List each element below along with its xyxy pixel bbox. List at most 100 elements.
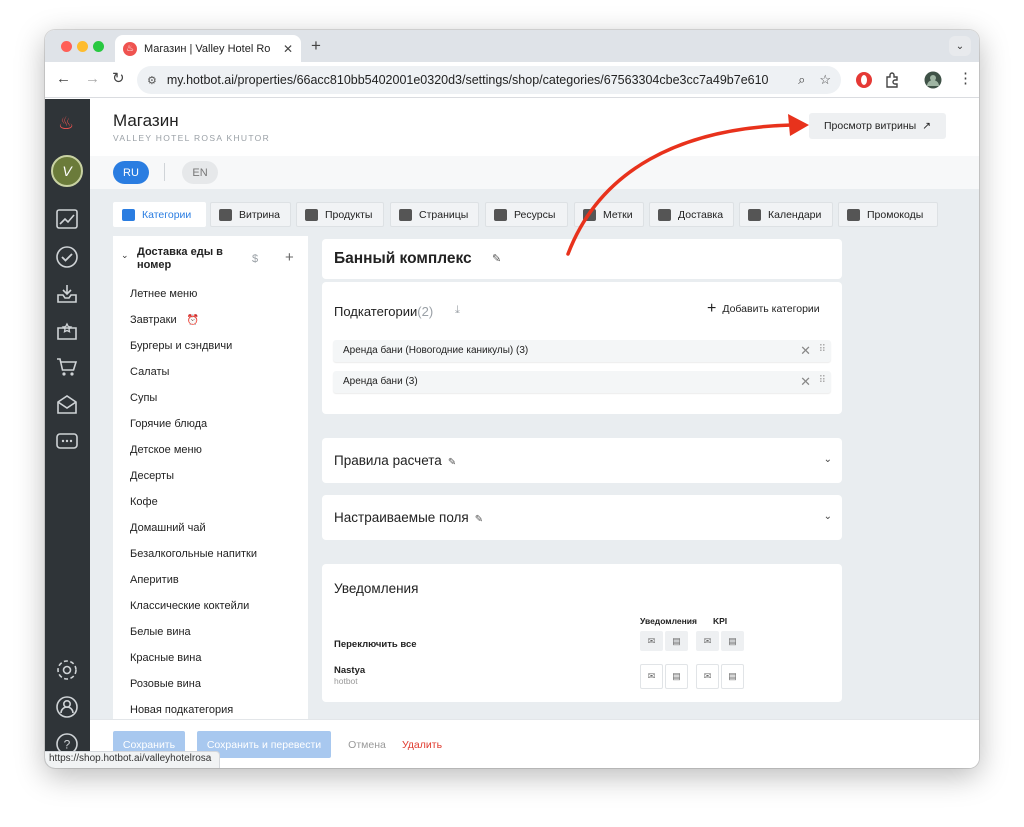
chevron-down-icon[interactable]: ⌄ bbox=[824, 454, 832, 465]
chevron-down-icon[interactable]: ⌄ bbox=[121, 250, 129, 261]
user-kpi-message-toggle-icon[interactable]: ▤ bbox=[721, 664, 744, 689]
browser-tab[interactable]: ♨ Магазин | Valley Hotel Rosa Khutor ✕ bbox=[115, 35, 301, 62]
drag-handle-icon[interactable]: ⠿ bbox=[819, 344, 826, 355]
category-item[interactable]: Горячие блюда bbox=[130, 418, 207, 430]
remove-icon[interactable]: ✕ bbox=[800, 343, 811, 359]
message-toggle-all-icon[interactable]: ▤ bbox=[665, 631, 688, 651]
category-item[interactable]: Супы bbox=[130, 392, 157, 404]
lang-divider bbox=[164, 163, 165, 181]
edit-pencil-icon[interactable]: ✎ bbox=[475, 514, 483, 525]
close-tab-icon[interactable]: ✕ bbox=[283, 42, 293, 56]
edit-pencil-icon[interactable]: ✎ bbox=[492, 252, 501, 265]
opera-extension-icon[interactable] bbox=[855, 71, 873, 89]
tasks-check-icon[interactable] bbox=[55, 245, 79, 269]
tab-resources[interactable]: Ресурсы bbox=[485, 202, 568, 227]
extensions-puzzle-icon[interactable] bbox=[883, 71, 901, 89]
add-categories-button[interactable]: + Добавить категории bbox=[707, 301, 820, 317]
profile-avatar-icon[interactable] bbox=[924, 71, 942, 89]
app-root: ♨ V ? Магазин VALLEY HOTEL ROSA KHUTOR П… bbox=[45, 99, 979, 768]
browser-menu-icon[interactable]: ⋮ bbox=[958, 71, 973, 87]
tab-search-chevron-icon[interactable]: ⌄ bbox=[949, 36, 971, 56]
user-email-toggle-icon[interactable]: ✉ bbox=[640, 664, 663, 689]
custom-fields-section[interactable]: Настраиваемые поля ✎ ⌄ bbox=[322, 495, 842, 540]
reviews-star-icon[interactable] bbox=[55, 318, 79, 342]
category-item[interactable]: Домашний чай bbox=[130, 522, 206, 534]
form-footer: Сохранить Сохранить и перевести Отмена У… bbox=[90, 719, 979, 768]
category-item[interactable]: Бургеры и сэндвичи bbox=[130, 340, 232, 352]
dollar-icon[interactable]: $ bbox=[252, 253, 258, 265]
category-item[interactable]: Классические коктейли bbox=[130, 600, 249, 612]
tab-promocodes[interactable]: Промокоды bbox=[838, 202, 938, 227]
subcategory-row[interactable]: Аренда бани (3) ✕ ⠿ bbox=[333, 371, 831, 393]
category-item[interactable]: Кофе bbox=[130, 496, 158, 508]
forward-icon[interactable]: → bbox=[85, 71, 100, 87]
cancel-button[interactable]: Отмена bbox=[342, 731, 392, 758]
minimize-window-button[interactable] bbox=[77, 41, 88, 52]
tag-icon bbox=[583, 208, 596, 221]
category-item[interactable]: Детское меню bbox=[130, 444, 202, 456]
site-info-icon[interactable]: ⚙ bbox=[147, 74, 157, 87]
tab-tags[interactable]: Метки bbox=[574, 202, 644, 227]
kpi-email-toggle-all-icon[interactable]: ✉ bbox=[696, 631, 719, 651]
subcategories-card: Подкатегории(2) ⤓ + Добавить категории А… bbox=[322, 282, 842, 414]
tab-delivery[interactable]: Доставка bbox=[649, 202, 734, 227]
category-item[interactable]: Безалкогольные напитки bbox=[130, 548, 257, 560]
chevron-down-icon[interactable]: ⌄ bbox=[824, 511, 832, 522]
chat-icon[interactable] bbox=[55, 430, 79, 454]
address-bar[interactable]: ⚙ my.hotbot.ai/properties/66acc810bb5402… bbox=[137, 66, 841, 94]
add-subcategory-button[interactable]: + bbox=[285, 249, 294, 266]
lang-ru-button[interactable]: RU bbox=[113, 161, 149, 184]
edit-pencil-icon[interactable]: ✎ bbox=[448, 457, 456, 468]
tab-calendars[interactable]: Календари bbox=[739, 202, 833, 227]
back-icon[interactable]: ← bbox=[56, 71, 71, 87]
lang-en-button[interactable]: EN bbox=[182, 161, 218, 184]
user-name: Nastya bbox=[334, 665, 366, 676]
bookmark-star-icon[interactable]: ☆ bbox=[819, 72, 831, 88]
category-item[interactable]: Летнее меню bbox=[130, 288, 197, 300]
view-storefront-button[interactable]: Просмотр витрины ↗ bbox=[809, 113, 946, 139]
category-item[interactable]: Розовые вина bbox=[130, 678, 201, 690]
drag-handle-icon[interactable]: ⠿ bbox=[819, 375, 826, 386]
reload-icon[interactable]: ↻ bbox=[112, 71, 125, 87]
user-kpi-email-toggle-icon[interactable]: ✉ bbox=[696, 664, 719, 689]
user-message-toggle-icon[interactable]: ▤ bbox=[665, 664, 688, 689]
category-item[interactable]: Салаты bbox=[130, 366, 169, 378]
category-item[interactable]: Десерты bbox=[130, 470, 174, 482]
maximize-window-button[interactable] bbox=[93, 41, 104, 52]
pricing-rules-title: Правила расчета ✎ bbox=[334, 453, 456, 468]
property-avatar[interactable]: V bbox=[51, 155, 83, 187]
settings-gear-icon[interactable] bbox=[55, 658, 79, 682]
tab-products[interactable]: Продукты bbox=[296, 202, 384, 227]
tab-pages[interactable]: Страницы bbox=[390, 202, 479, 227]
external-link-icon: ↗ bbox=[922, 120, 931, 132]
pricing-rules-section[interactable]: Правила расчета ✎ ⌄ bbox=[322, 438, 842, 483]
new-tab-icon[interactable]: + bbox=[311, 36, 321, 56]
shop-cart-icon[interactable] bbox=[55, 355, 79, 379]
email-toggle-all-icon[interactable]: ✉ bbox=[640, 631, 663, 651]
profile-user-icon[interactable] bbox=[55, 695, 79, 719]
tab-storefront[interactable]: Витрина bbox=[210, 202, 291, 227]
notifications-title: Уведомления bbox=[334, 581, 419, 596]
remove-icon[interactable]: ✕ bbox=[800, 374, 811, 390]
hotbot-logo-icon[interactable]: ♨ bbox=[58, 113, 74, 134]
subcategory-row[interactable]: Аренда бани (Новогодние каникулы) (3) ✕ … bbox=[333, 340, 831, 362]
inbox-icon[interactable] bbox=[55, 282, 79, 306]
tab-label: Доставка bbox=[678, 208, 724, 221]
category-item[interactable]: Новая подкатегория bbox=[130, 704, 233, 716]
category-item[interactable]: Завтраки ⏰ bbox=[130, 314, 199, 326]
analytics-icon[interactable] bbox=[55, 207, 79, 231]
subcategories-label-text: Подкатегории bbox=[334, 304, 418, 319]
tab-categories[interactable]: Категории bbox=[113, 202, 206, 227]
delete-button[interactable]: Удалить bbox=[399, 731, 445, 758]
mailing-icon[interactable] bbox=[55, 393, 79, 417]
custom-fields-text: Настраиваемые поля bbox=[334, 510, 469, 525]
download-icon[interactable]: ⤓ bbox=[455, 304, 460, 317]
category-item[interactable]: Белые вина bbox=[130, 626, 191, 638]
tab-label: Страницы bbox=[419, 208, 469, 221]
zoom-icon[interactable]: ⌕ bbox=[798, 72, 805, 88]
category-item[interactable]: Аперитив bbox=[130, 574, 179, 586]
category-item[interactable]: Красные вина bbox=[130, 652, 201, 664]
close-window-button[interactable] bbox=[61, 41, 72, 52]
browser-toolbar: ← → ↻ ⚙ my.hotbot.ai/properties/66acc810… bbox=[45, 62, 979, 98]
kpi-message-toggle-all-icon[interactable]: ▤ bbox=[721, 631, 744, 651]
